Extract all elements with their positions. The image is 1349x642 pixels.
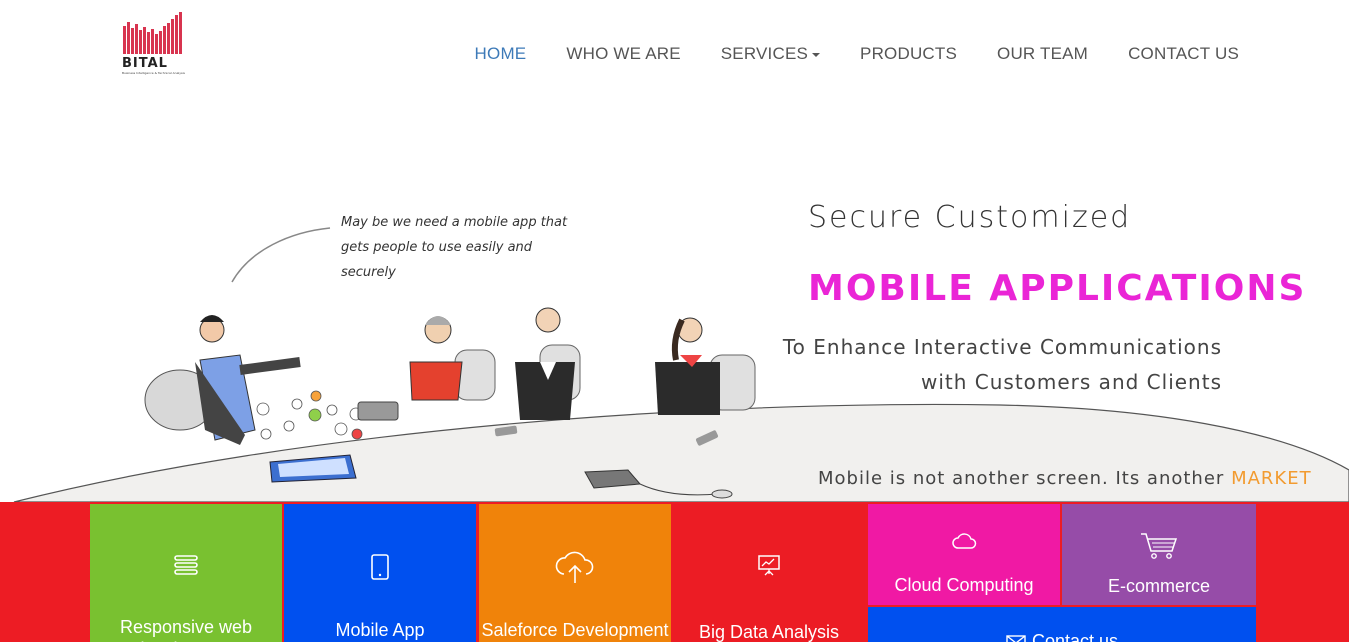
- presentation-icon: [758, 555, 780, 576]
- tile-cloud-computing[interactable]: Cloud Computing: [868, 504, 1060, 605]
- tile-label: Contact us: [1031, 631, 1119, 642]
- hero-tagline-accent: MARKET: [1231, 468, 1312, 489]
- cart-icon: [1141, 533, 1178, 559]
- stack-icon: [174, 555, 198, 575]
- tile-label: Responsive web development: [119, 617, 253, 642]
- tile-label: E-commerce: [1107, 576, 1210, 596]
- tile-ecommerce[interactable]: E-commerce: [1062, 504, 1256, 605]
- hero-title-line2: MOBILE APPLICATIONS: [808, 268, 1307, 309]
- speech-bubble-text: May be we need a mobile app that gets pe…: [341, 215, 568, 280]
- tile-label: Big Data Analysis: [698, 622, 840, 642]
- caret-down-icon: [812, 52, 821, 57]
- mail-icon: [1006, 635, 1026, 642]
- hero-subtitle-line1: To Enhance Interactive Communications: [782, 335, 1222, 359]
- hero-tagline: Mobile is not another screen. Its anothe…: [818, 468, 1312, 489]
- hero-tagline-text: Mobile is not another screen. Its anothe…: [818, 468, 1225, 489]
- nav-services[interactable]: SERVICES: [701, 44, 840, 64]
- hero-title-line1: Secure Customized: [808, 200, 1132, 235]
- tablet-icon: [371, 554, 389, 580]
- cloud-icon: [952, 533, 977, 549]
- brand-tagline: Business Intelligence & Technical Analys…: [122, 71, 185, 75]
- tile-responsive-web[interactable]: Responsive web development: [90, 504, 282, 642]
- hero-banner: May be we need a mobile app that gets pe…: [0, 100, 1349, 502]
- tile-contact-us[interactable]: Contact us: [868, 607, 1256, 642]
- tile-big-data[interactable]: Big Data Analysis: [673, 504, 865, 642]
- nav-contact-us[interactable]: CONTACT US: [1108, 44, 1259, 64]
- nav-who-we-are[interactable]: WHO WE ARE: [546, 44, 700, 64]
- cloud-upload-icon: [555, 551, 594, 583]
- services-tiles: Responsive web development Mobile App De…: [0, 502, 1349, 642]
- nav-our-team[interactable]: OUR TEAM: [977, 44, 1108, 64]
- tile-mobile-app[interactable]: Mobile App Development: [284, 504, 476, 642]
- logo-bars-icon: [123, 12, 182, 54]
- tile-label: Cloud Computing: [894, 575, 1034, 595]
- main-nav: HOME WHO WE ARE SERVICES PRODUCTS OUR TE…: [455, 44, 1259, 64]
- tile-saleforce[interactable]: Saleforce Development: [479, 504, 671, 642]
- tile-label: Mobile App Development: [335, 620, 425, 640]
- tile-label: Saleforce Development: [481, 620, 669, 640]
- nav-products[interactable]: PRODUCTS: [840, 44, 977, 64]
- hero-subtitle: To Enhance Interactive Communications wi…: [783, 330, 1222, 400]
- nav-home[interactable]: HOME: [455, 44, 547, 64]
- hero-subtitle-line2: with Customers and Clients: [920, 370, 1222, 394]
- brand-name: BITAL: [122, 56, 168, 71]
- tile-contact-row: Contact us: [868, 631, 1256, 642]
- brand-logo[interactable]: BITAL Business Intelligence & Technical …: [118, 12, 188, 75]
- nav-services-label: SERVICES: [720, 44, 809, 63]
